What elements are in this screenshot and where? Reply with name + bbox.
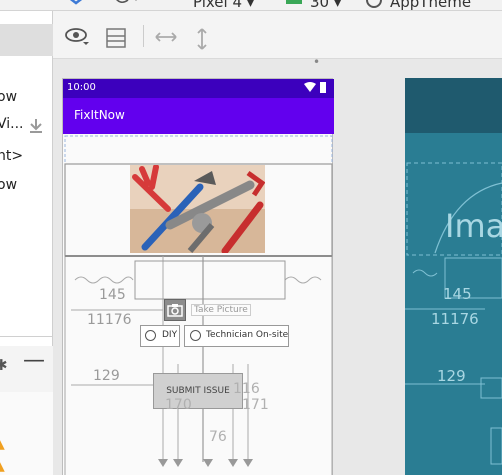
dim-label: 129 xyxy=(93,368,120,384)
palette-item[interactable]: ow xyxy=(0,89,17,105)
design-toolbar xyxy=(53,11,502,59)
palette-item[interactable]: ow xyxy=(0,177,17,193)
wifi-icon xyxy=(304,82,316,92)
eye-icon[interactable] xyxy=(65,27,91,47)
technician-label: Technician On-site xyxy=(206,330,289,340)
status-time: 10:00 xyxy=(67,82,96,93)
warning-icon[interactable]: ▲ xyxy=(0,458,5,474)
blueprint-content: Ima 145 11176 129 xyxy=(405,133,502,475)
diy-radio[interactable]: DIY xyxy=(140,325,180,347)
dim-label: 76 xyxy=(209,429,227,445)
tools-photo xyxy=(130,165,265,253)
theme-selector[interactable]: AppTheme xyxy=(390,0,471,11)
api-selector[interactable]: 30 ▾ xyxy=(310,0,341,11)
theme-icon xyxy=(366,0,382,8)
camera-button[interactable] xyxy=(164,299,186,321)
dim-label: 170 xyxy=(165,397,192,413)
warning-icon[interactable]: ▲ xyxy=(0,436,5,452)
app-bar: FixItNow xyxy=(63,98,334,134)
blueprint-image-label: Ima xyxy=(445,207,502,245)
palette-panel: ow Vi... nt> ow ✱ — ▲ ▲ xyxy=(0,11,53,475)
top-toolbar: Pixel 4 ▾ 30 ▾ AppTheme xyxy=(0,0,502,11)
blueprint-toggle-icon[interactable] xyxy=(105,27,127,49)
blueprint-lines xyxy=(405,162,502,465)
component-tree-header: ✱ — xyxy=(0,346,53,392)
app-title: FixItNow xyxy=(74,108,125,122)
palette-item[interactable]: nt> xyxy=(0,148,23,164)
battery-icon xyxy=(320,82,326,93)
radio-circle xyxy=(190,330,201,341)
phone-preview: 10:00 FixItNow Take Picture DIY Technici… xyxy=(62,78,334,475)
api-icon xyxy=(286,0,302,4)
device-label: Pixel 4 xyxy=(193,0,243,11)
technician-radio[interactable]: Technician On-site xyxy=(184,325,289,347)
dim-label: 11176 xyxy=(431,310,479,328)
design-surface-icon[interactable] xyxy=(66,0,90,9)
take-picture-label: Take Picture xyxy=(191,304,251,316)
orientation-icon[interactable] xyxy=(112,0,142,8)
divider xyxy=(143,25,144,47)
dim-label: 11176 xyxy=(87,312,132,328)
camera-icon xyxy=(167,304,183,317)
device-selector[interactable]: Pixel 4 ▾ xyxy=(193,0,254,11)
api-label: 30 xyxy=(310,0,330,11)
palette-selected-row[interactable] xyxy=(0,24,53,56)
canvas-handle: • xyxy=(313,55,321,69)
palette-item[interactable]: Vi... xyxy=(0,116,24,132)
expand-vertical-icon[interactable] xyxy=(192,27,212,53)
radio-circle xyxy=(145,330,156,341)
divider xyxy=(0,336,53,337)
expand-horizontal-icon[interactable] xyxy=(153,27,179,47)
dim-label: 171 xyxy=(242,397,269,413)
android-studio-layout-editor: Pixel 4 ▾ 30 ▾ AppTheme ow Vi... nt> ow … xyxy=(0,0,502,475)
blueprint-preview: Ima 145 11176 129 xyxy=(405,78,502,475)
download-icon[interactable] xyxy=(27,117,45,135)
gear-icon[interactable]: ✱ xyxy=(0,356,8,374)
diy-label: DIY xyxy=(162,330,178,340)
component-tree: ▲ ▲ xyxy=(0,392,53,475)
status-bar: 10:00 xyxy=(63,79,334,98)
minimize-icon[interactable]: — xyxy=(23,348,45,373)
dim-label: 145 xyxy=(443,285,472,303)
dim-label: 129 xyxy=(437,367,466,385)
dim-label: 145 xyxy=(99,287,126,303)
dim-label: 116 xyxy=(233,381,260,397)
